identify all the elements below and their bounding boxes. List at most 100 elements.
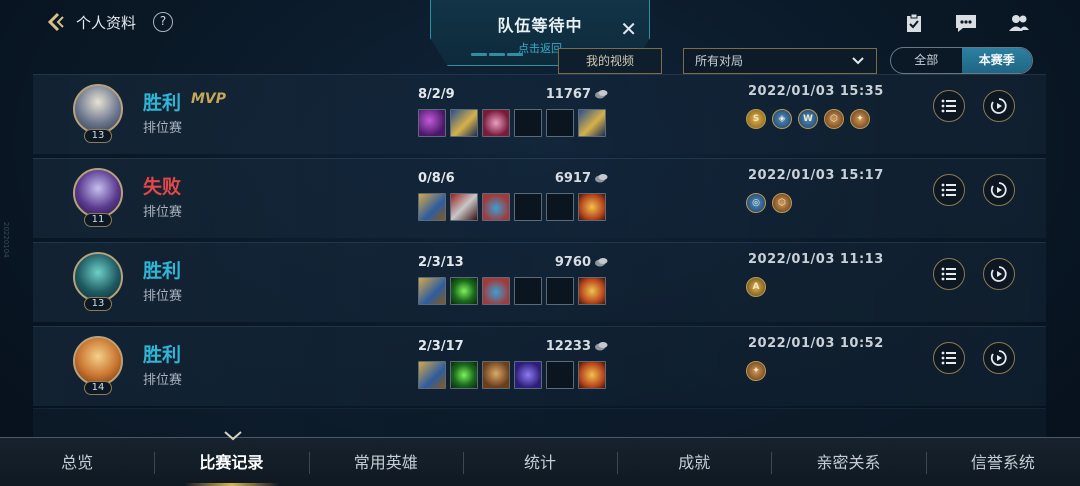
match-filter-select[interactable]: 所有对局: [683, 48, 877, 74]
list-icon: [941, 267, 956, 281]
hero-level: 13: [84, 129, 112, 143]
replay-icon: [990, 350, 1007, 366]
toggle-current-season[interactable]: 本赛季: [961, 48, 1032, 73]
badge-shield-icon: ◈: [772, 109, 792, 129]
match-date: 2022/01/03 10:52: [748, 336, 884, 351]
item-slot-1: [418, 193, 446, 221]
nav-tab-3[interactable]: 常用英雄: [308, 438, 463, 486]
chat-icon[interactable]: [953, 10, 979, 36]
gold-amount: 12233: [545, 339, 591, 354]
item-slot-4: [514, 109, 542, 137]
item-slot-3: [482, 193, 510, 221]
item-slot-5: [546, 361, 574, 389]
match-row[interactable]: 11 失败 排位赛 0/8/6 6917 2022/01/03 15:17 ◎ ⬡: [33, 158, 1046, 238]
hero-avatar[interactable]: [73, 168, 123, 218]
gold-icon: [595, 174, 608, 183]
item-slot-6: [578, 361, 606, 389]
badge-hex-icon: ⬡: [772, 193, 792, 213]
replay-icon: [990, 266, 1007, 282]
item-slot-6: [578, 277, 606, 305]
item-slot-4: [514, 361, 542, 389]
hero-avatar[interactable]: [73, 252, 123, 302]
nav-tab-4[interactable]: 统计: [462, 438, 617, 486]
replay-button[interactable]: [983, 258, 1015, 290]
match-mode: 排位赛: [143, 289, 183, 304]
filter-value: 所有对局: [695, 54, 744, 68]
season-toggle[interactable]: 全部 本赛季: [890, 47, 1033, 74]
badge-compass-icon: ✦: [850, 109, 870, 129]
item-slot-1: [418, 361, 446, 389]
item-slot-2: [450, 277, 478, 305]
replay-icon: [990, 98, 1007, 114]
toggle-all[interactable]: 全部: [891, 48, 962, 73]
item-slot-3: [482, 361, 510, 389]
page-title: 个人资料: [76, 14, 137, 32]
match-row-partial[interactable]: [33, 408, 1046, 438]
hero-level: 14: [84, 381, 112, 395]
hero-avatar[interactable]: [73, 84, 123, 134]
gold-amount: 11767: [545, 87, 591, 102]
list-icon: [941, 351, 956, 365]
item-build: [418, 361, 606, 389]
match-result: 失败: [143, 176, 182, 198]
details-button[interactable]: [933, 258, 965, 290]
clipboard-check-icon[interactable]: [901, 10, 927, 36]
match-date: 2022/01/03 15:17: [748, 168, 884, 183]
item-slot-6: [578, 109, 606, 137]
kda: 2/3/13: [418, 255, 464, 270]
hero-level: 11: [84, 213, 112, 227]
item-slot-3: [482, 277, 510, 305]
match-mode: 排位赛: [143, 373, 183, 388]
match-row[interactable]: 14 胜利 排位赛 2/3/17 12233 2022/01/03 10:52 …: [33, 326, 1046, 406]
badge-w-icon: W: [798, 109, 818, 129]
item-slot-5: [546, 277, 574, 305]
item-slot-2: [450, 361, 478, 389]
kda: 8/2/9: [418, 87, 455, 102]
details-button[interactable]: [933, 90, 965, 122]
match-mode: 排位赛: [143, 205, 183, 220]
list-icon: [941, 183, 956, 197]
item-slot-6: [578, 193, 606, 221]
match-row[interactable]: 13 胜利 排位赛 2/3/13 9760 2022/01/03 11:13 A: [33, 242, 1046, 322]
mvp-badge: MVP: [191, 91, 227, 107]
friends-icon[interactable]: [1006, 10, 1032, 36]
replay-button[interactable]: [983, 342, 1015, 374]
match-mode: 排位赛: [143, 121, 183, 136]
item-build: [418, 109, 606, 137]
nav-tab-5[interactable]: 成就: [617, 438, 771, 486]
back-button[interactable]: [44, 10, 68, 34]
match-date: 2022/01/03 15:35: [748, 84, 884, 99]
nav-tab-6[interactable]: 亲密关系: [771, 438, 925, 486]
badge-a-icon: A: [746, 277, 766, 297]
hero-level: 13: [84, 297, 112, 311]
match-result: 胜利: [143, 260, 182, 282]
nav-tab-1[interactable]: 总览: [0, 438, 154, 486]
achievement-badges: ✦: [746, 361, 766, 381]
gold-icon: [595, 90, 608, 99]
badge-ring-icon: ◎: [746, 193, 766, 213]
my-video-button[interactable]: 我的视频: [558, 48, 662, 74]
details-button[interactable]: [933, 174, 965, 206]
kda: 0/8/6: [418, 171, 455, 186]
badge-s-icon: S: [746, 109, 766, 129]
help-button[interactable]: ?: [153, 12, 173, 32]
gold-icon: [595, 258, 608, 267]
gold-amount: 9760: [554, 255, 591, 270]
nav-tab-7[interactable]: 信誉系统: [925, 438, 1080, 486]
badge-hex-icon: ⬡: [824, 109, 844, 129]
achievement-badges: S ◈ W ⬡ ✦: [746, 109, 870, 129]
item-slot-5: [546, 109, 574, 137]
match-row[interactable]: 13 胜利 MVP 排位赛 8/2/9 11767 2022/01/03 15:…: [33, 74, 1046, 154]
replay-icon: [990, 182, 1007, 198]
close-icon[interactable]: ✕: [620, 17, 637, 41]
match-date: 2022/01/03 11:13: [748, 252, 884, 267]
details-button[interactable]: [933, 342, 965, 374]
replay-button[interactable]: [983, 174, 1015, 206]
hero-avatar[interactable]: [73, 336, 123, 386]
achievement-badges: A: [746, 277, 766, 297]
gold-icon: [595, 342, 608, 351]
replay-button[interactable]: [983, 90, 1015, 122]
chevron-down-icon: [852, 57, 864, 65]
nav-tab-2[interactable]: 比赛记录: [154, 438, 308, 486]
kda: 2/3/17: [418, 339, 464, 354]
